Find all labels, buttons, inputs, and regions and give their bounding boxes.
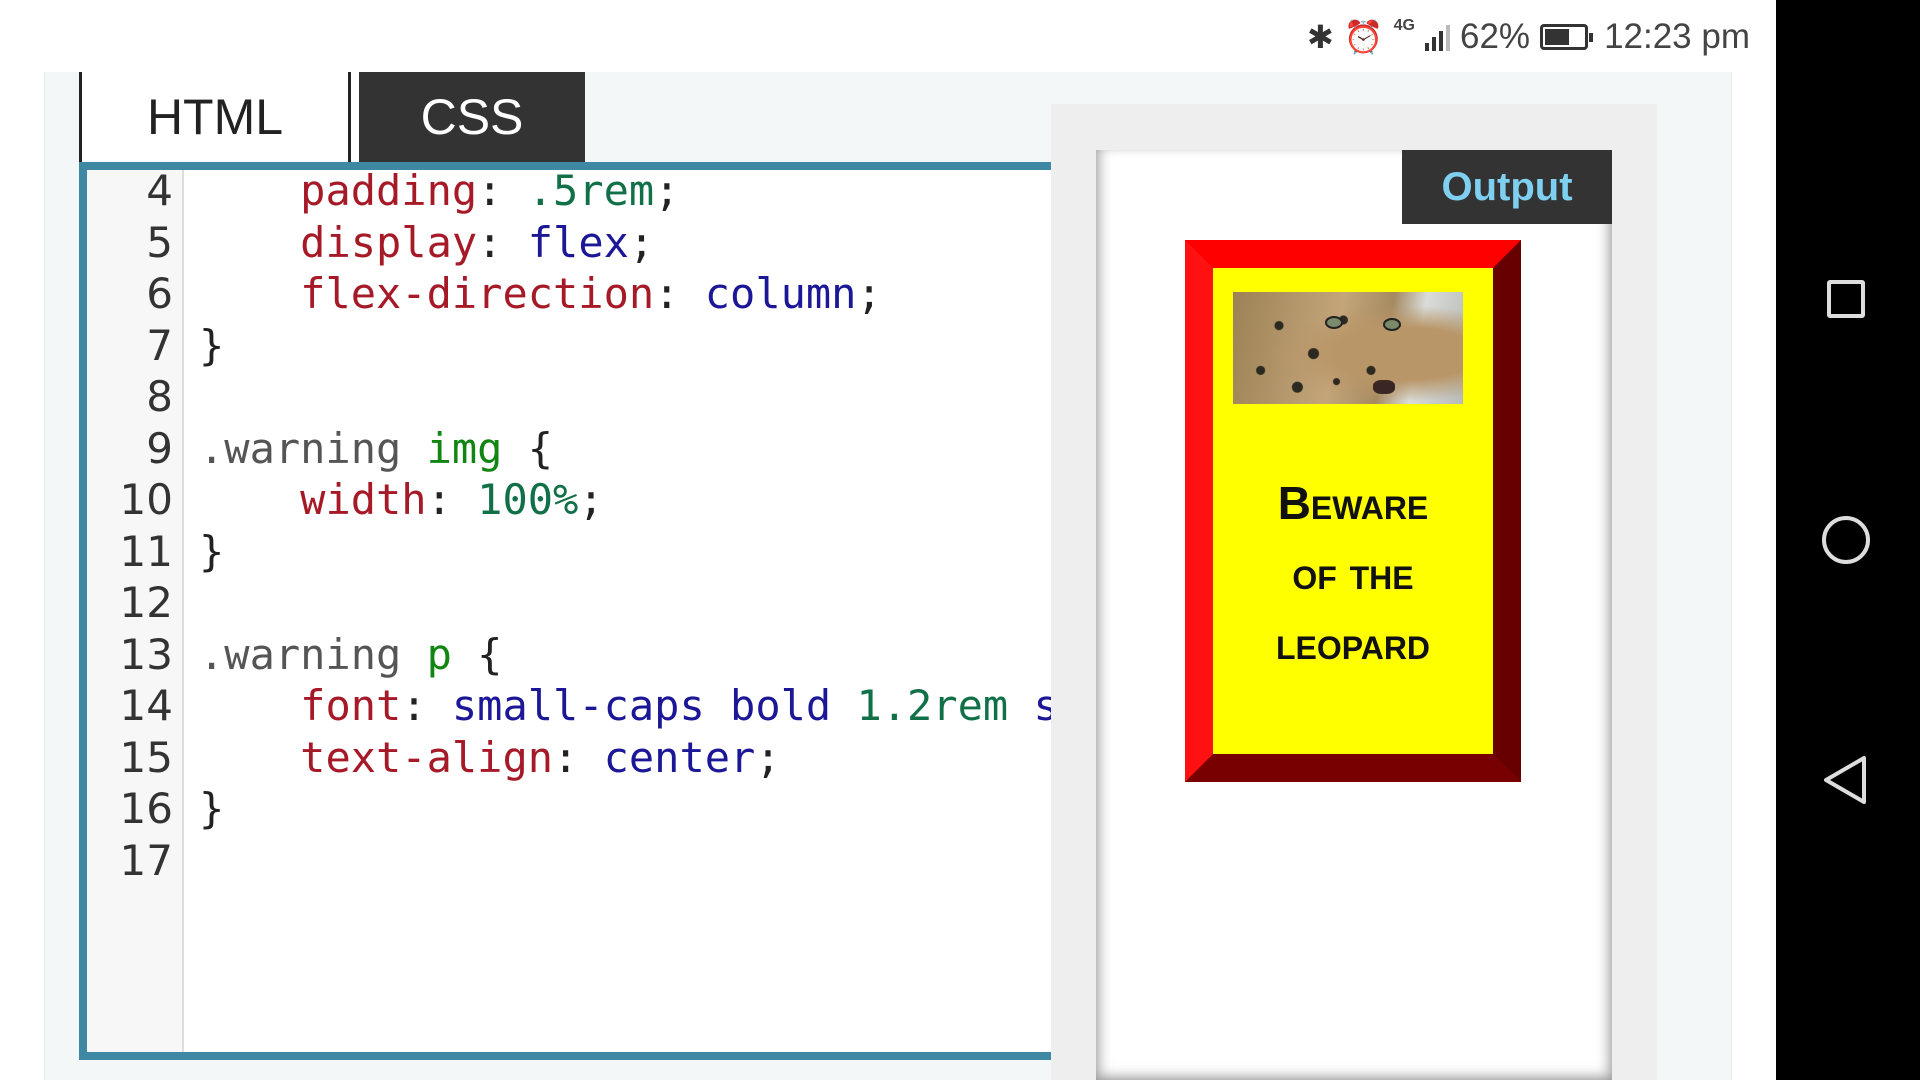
leopard-image [1233,292,1463,404]
clock: 12:23 pm [1604,17,1750,56]
tab-html-label: HTML [146,89,284,145]
network-type: 4G [1393,17,1415,34]
home-circle-icon[interactable] [1822,516,1870,564]
tab-css[interactable]: CSS [359,72,585,162]
bluetooth-icon: ✱ [1307,19,1334,55]
tab-css-label: CSS [420,89,524,145]
tab-divider [351,72,359,162]
playground-page: HTML CSS 4 padding: .5rem; 5 display: fle… [44,72,1732,1080]
warning-card: Beware of the leopard [1185,240,1521,782]
output-label: Output [1402,150,1612,224]
android-nav-bar [1776,0,1920,1080]
code-editor[interactable]: 4 padding: .5rem; 5 display: flex; 6 flex-… [79,162,1109,1060]
back-triangle-icon[interactable] [1820,754,1870,806]
output-panel: Output Beware of the leopard [1051,104,1657,1080]
battery-percent: 62% [1460,17,1531,56]
warning-line-1: Beware [1277,477,1429,529]
status-icons: ✱ ⏰ 4G 62% 12:23 pm [1307,14,1750,60]
warning-line-2: of the [1292,547,1414,599]
recent-apps-square-icon[interactable] [1827,280,1865,318]
signal-icon [1425,23,1450,51]
warning-text: Beware of the leopard [1213,468,1493,678]
output-frame[interactable]: Output Beware of the leopard [1096,150,1612,1080]
status-bar: ✱ ⏰ 4G 62% 12:23 pm [0,0,1776,72]
line-number: 17 [119,835,173,885]
alarm-icon: ⏰ [1343,19,1384,55]
code-line[interactable]: 17 [87,829,1109,892]
warning-line-3: leopard [1275,617,1431,669]
battery-icon [1540,24,1594,50]
tab-html[interactable]: HTML [79,72,351,162]
